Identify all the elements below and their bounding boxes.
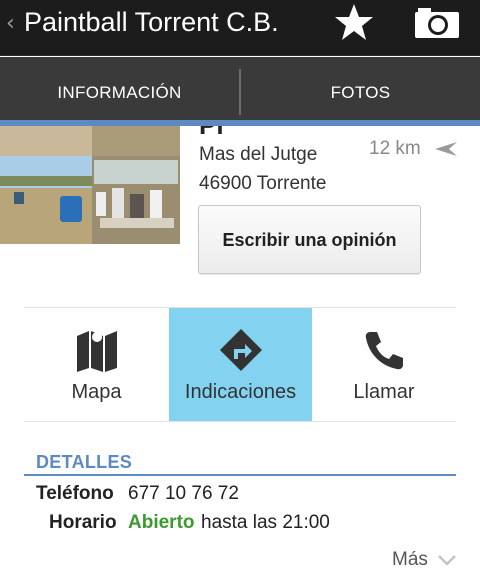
camera-button[interactable]	[412, 2, 464, 42]
directions-action[interactable]: Indicaciones	[169, 308, 312, 421]
call-label: Llamar	[353, 381, 415, 403]
camera-icon	[415, 8, 459, 38]
divider	[24, 421, 456, 422]
directions-icon	[219, 329, 262, 371]
map-label: Mapa	[71, 381, 122, 403]
chevron-down-icon[interactable]	[437, 553, 457, 567]
details-rule	[24, 474, 456, 476]
open-status: Abierto	[128, 512, 195, 533]
phone-number[interactable]: 677 10 76 72	[128, 483, 239, 505]
phone-icon	[365, 332, 403, 370]
map-action[interactable]: Mapa	[24, 308, 169, 421]
favorite-button[interactable]	[330, 2, 378, 42]
write-review-button[interactable]: Escribir una opinión	[198, 205, 421, 274]
action-bar: ‹ Paintball Torrent C.B.	[0, 0, 480, 56]
tab-fotos[interactable]: FOTOS	[241, 57, 480, 124]
star-icon	[335, 4, 373, 40]
address-line-2: 46900 Torrente	[199, 173, 327, 194]
more-link[interactable]: Más	[392, 549, 428, 570]
chevron-left-icon[interactable]: ‹	[6, 12, 15, 36]
info-content[interactable]: Pr Mas del Jutge 46900 Torrente 12 km Es…	[0, 126, 480, 570]
details-heading: DETALLES	[36, 452, 133, 472]
hours-text: hasta las 21:00	[201, 512, 330, 533]
place-address: Mas del Jutge 46900 Torrente	[199, 140, 326, 198]
app-title[interactable]: Paintball Torrent C.B.	[24, 6, 279, 38]
place-photo-image	[0, 126, 180, 244]
place-photo[interactable]	[0, 126, 180, 244]
distance-text: 12 km	[369, 138, 421, 159]
direction-arrow-icon	[435, 142, 457, 156]
directions-label: Indicaciones	[184, 381, 297, 403]
tab-informacion[interactable]: INFORMACIÓN	[0, 57, 239, 124]
hours-label: Horario	[49, 512, 117, 533]
tab-bar: INFORMACIÓN FOTOS	[0, 57, 480, 124]
call-action[interactable]: Llamar	[312, 308, 456, 421]
phone-label: Teléfono	[36, 483, 114, 504]
place-name: Pr	[199, 126, 226, 141]
address-line-1: Mas del Jutge	[199, 144, 318, 165]
map-icon	[76, 331, 117, 372]
